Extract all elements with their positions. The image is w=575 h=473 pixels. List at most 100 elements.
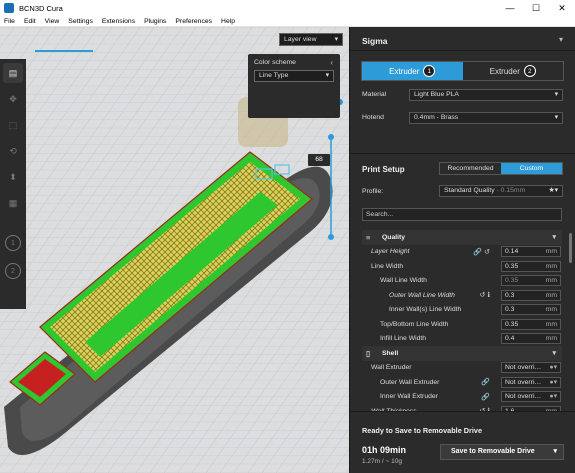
minimize-button[interactable]: —	[497, 0, 523, 16]
setting-state-icons[interactable]: ↺ℹ	[479, 291, 492, 299]
setting-row[interactable]: Inner Wall(s) Line Width 0.3 mm	[362, 303, 562, 318]
recommended-mode-button[interactable]: Recommended	[440, 163, 501, 174]
setting-value: 0.35	[505, 320, 519, 328]
setting-row[interactable]: Line Width 0.35 mm	[362, 259, 562, 274]
3d-viewport[interactable]: ▤ ✥ ⬚ ⟲ ⬍ ▦ 1 2 Layer view ▾ Color schem…	[0, 27, 349, 473]
setting-value-field[interactable]: Not overri… ●▾	[501, 362, 561, 374]
extruder-1-tool[interactable]: 1	[5, 235, 21, 251]
setting-label: Layer Height	[371, 248, 410, 256]
setting-value: 0.35	[505, 277, 519, 285]
ready-status: Ready to Save to Removable Drive	[362, 426, 483, 435]
setting-row[interactable]: Outer Wall Extruder 🔗 Not overri… ●▾	[362, 375, 562, 390]
print-time: 01h 09min	[362, 445, 407, 455]
custom-mode-button[interactable]: Custom	[501, 163, 562, 174]
tab-extruder-1[interactable]: Extruder 1	[362, 62, 463, 80]
color-scheme-value: Line Type	[259, 72, 289, 79]
menu-edit[interactable]: Edit	[24, 18, 36, 25]
setting-value-field[interactable]: 0.4 mm	[501, 333, 561, 345]
chevron-down-icon: ▾	[552, 350, 556, 358]
menu-preferences[interactable]: Preferences	[175, 18, 212, 25]
material-value: Light Blue PLA	[414, 91, 459, 98]
settings-search-input[interactable]: Search...	[362, 208, 562, 221]
chevron-down-icon[interactable]: ▾	[559, 35, 563, 44]
setting-value-field[interactable]: Not overri… ●▾	[501, 391, 561, 403]
setting-label: Top/Bottom Line Width	[380, 320, 449, 328]
menu-help[interactable]: Help	[221, 18, 235, 25]
setting-label: Line Width	[371, 262, 404, 270]
setting-state-icons[interactable]: 🔗	[481, 393, 492, 401]
rotate-tool-icon[interactable]: ⟲	[3, 141, 23, 161]
material-select[interactable]: Light Blue PLA ▾	[409, 89, 563, 101]
scale-tool-icon[interactable]: ⬚	[3, 115, 23, 135]
star-dropdown-icon: ★▾	[548, 187, 558, 194]
setting-value: 0.3	[505, 306, 515, 314]
setting-value: Not overri…	[505, 364, 542, 372]
maximize-button[interactable]: ☐	[523, 0, 549, 16]
setting-row[interactable]: Top/Bottom Line Width 0.35 mm	[362, 317, 562, 332]
per-model-settings-icon[interactable]: ▦	[3, 193, 23, 213]
tab-extruder-2[interactable]: Extruder 2	[463, 62, 564, 80]
chevron-down-icon: ▾	[554, 91, 558, 98]
setting-value-field[interactable]: 0.3 mm	[501, 304, 561, 316]
setting-value-field[interactable]: Not overri… ●▾	[501, 376, 561, 388]
hotend-select[interactable]: 0.4mm - Brass ▾	[409, 112, 563, 124]
setting-label: Wall Line Width	[380, 277, 427, 285]
extruder-2-tool[interactable]: 2	[5, 263, 21, 279]
divider	[350, 50, 575, 51]
settings-panel: Sigma ▾ Extruder 1 Extruder 2 Material L…	[349, 27, 575, 473]
setting-value-field[interactable]: 0.3 mm	[501, 289, 561, 301]
setting-row[interactable]: Wall Extruder Not overri… ●▾	[362, 361, 562, 376]
setting-value-field[interactable]: 0.35 mm	[501, 318, 561, 330]
settings-scrollbar[interactable]	[569, 233, 572, 263]
save-to-removable-drive-button[interactable]: Save to Removable Drive ▾	[440, 444, 564, 460]
save-button-label: Save to Removable Drive	[451, 448, 535, 455]
extruder-dropdown-icon: ●▾	[549, 378, 557, 386]
setting-label: Wall Extruder	[371, 364, 412, 372]
setting-unit: mm	[545, 306, 557, 314]
divider	[350, 153, 575, 154]
setting-row[interactable]: Outer Wall Line Width ↺ℹ 0.3 mm	[362, 288, 562, 303]
collapse-icon[interactable]: ‹	[330, 58, 333, 67]
profile-layer-height: - 0.15mm	[494, 187, 526, 194]
menu-view[interactable]: View	[45, 18, 60, 25]
active-tab-indicator	[35, 50, 93, 52]
material-usage: 1.27m / ~ 10g	[362, 458, 402, 465]
profile-select[interactable]: Standard Quality - 0.15mm ★▾	[439, 185, 563, 197]
setting-row[interactable]: Wall Line Width 0.35 mm	[362, 274, 562, 289]
settings-category[interactable]: ▯ Shell ▾	[362, 346, 562, 361]
menu-file[interactable]: File	[4, 18, 15, 25]
setting-row[interactable]: Inner Wall Extruder 🔗 Not overri… ●▾	[362, 390, 562, 405]
printer-name[interactable]: Sigma	[362, 36, 388, 46]
category-label: Quality	[382, 233, 406, 241]
setting-value-field[interactable]: 0.14 mm	[501, 246, 561, 258]
close-button[interactable]: ✕	[549, 0, 575, 16]
color-scheme-select[interactable]: Line Type ▾	[254, 70, 334, 82]
view-mode-label: Layer view	[284, 36, 317, 43]
setting-state-icons[interactable]: 🔗	[481, 378, 492, 386]
window-title: BCN3D Cura	[19, 3, 63, 13]
open-file-icon[interactable]: ▤	[3, 63, 23, 83]
setting-value-field[interactable]: 0.35 mm	[501, 275, 561, 287]
setting-unit: mm	[545, 291, 557, 299]
output-footer: Ready to Save to Removable Drive 01h 09m…	[350, 411, 575, 473]
setting-label: Inner Wall Extruder	[380, 393, 438, 401]
category-icon: ≡	[366, 232, 371, 242]
menu-plugins[interactable]: Plugins	[144, 18, 166, 25]
setting-value-field[interactable]: 0.35 mm	[501, 260, 561, 272]
extruder-2-badge: 2	[523, 65, 536, 77]
setting-row[interactable]: Infill Line Width 0.4 mm	[362, 332, 562, 347]
setting-state-icons[interactable]: 🔗↺	[473, 248, 492, 256]
setting-label: Infill Line Width	[380, 335, 427, 343]
setting-label: Inner Wall(s) Line Width	[389, 306, 462, 314]
view-mode-dropdown[interactable]: Layer view ▾	[279, 33, 343, 46]
setting-row[interactable]: Layer Height 🔗↺ 0.14 mm	[362, 245, 562, 260]
setting-unit: mm	[545, 320, 557, 328]
mirror-tool-icon[interactable]: ⬍	[3, 167, 23, 187]
menu-settings[interactable]: Settings	[68, 18, 93, 25]
menu-extensions[interactable]: Extensions	[102, 18, 135, 25]
layer-number-field[interactable]: 68	[308, 154, 330, 166]
setting-value: 0.3	[505, 291, 515, 299]
move-tool-icon[interactable]: ✥	[3, 89, 23, 109]
print-mode-toggle: Recommended Custom	[439, 162, 563, 175]
settings-category[interactable]: ≡ Quality ▾	[362, 230, 562, 245]
